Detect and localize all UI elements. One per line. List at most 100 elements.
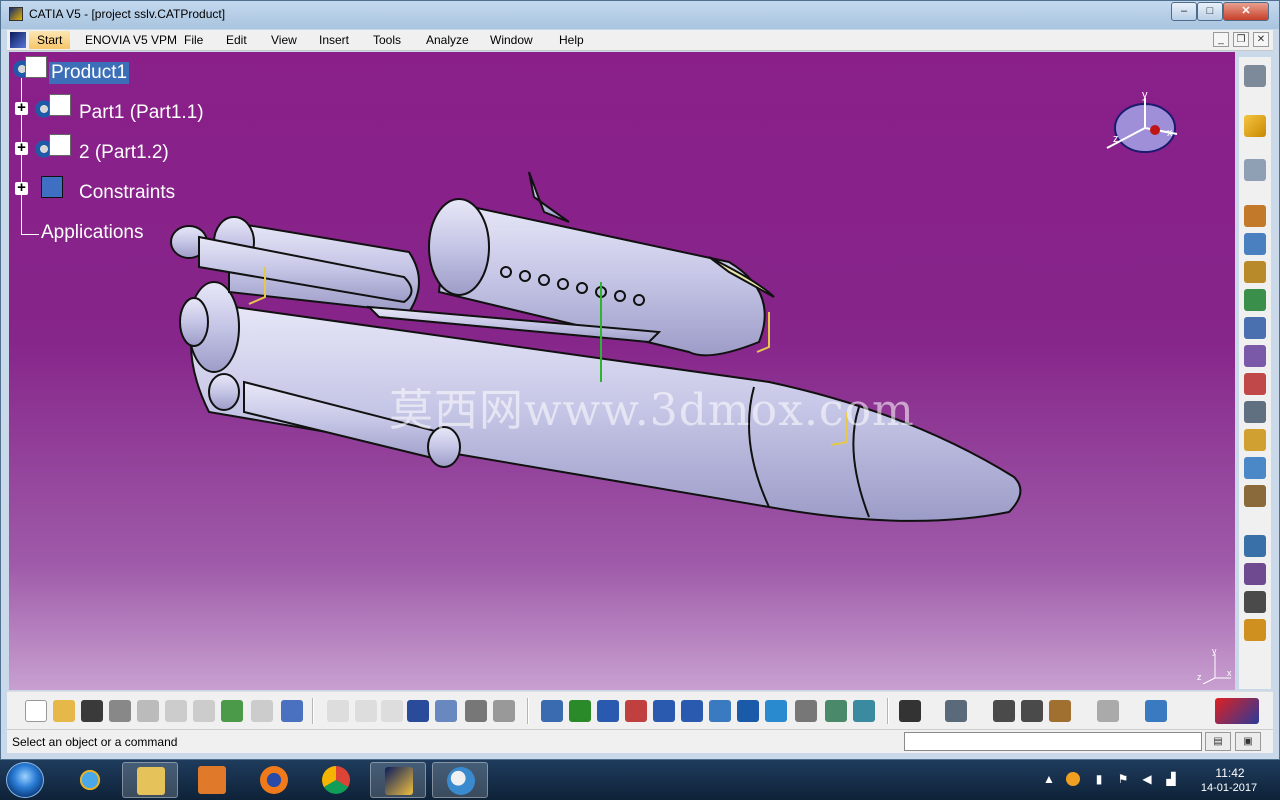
action-center-icon[interactable]: ⚑	[1116, 772, 1130, 786]
pattern-icon[interactable]	[1244, 457, 1266, 479]
insert-component-icon[interactable]	[1244, 233, 1266, 255]
document-close-button[interactable]: ✕	[1253, 32, 1269, 47]
product-structure-icon[interactable]	[1244, 205, 1266, 227]
fly-mode-icon[interactable]	[1244, 159, 1266, 181]
taskbar-paint[interactable]	[432, 762, 488, 798]
zoom-in-icon[interactable]	[653, 700, 675, 722]
menu-tools[interactable]: Tools	[373, 33, 401, 47]
gear-icon[interactable]	[1244, 65, 1266, 87]
show-hidden-icons-icon[interactable]: ▲	[1042, 772, 1056, 786]
specification-tree[interactable]: Product1 + Part1 (Part1.1) + 2 (Part1.2)…	[11, 56, 251, 256]
measure-inertia-icon[interactable]	[1049, 700, 1071, 722]
lock-icon[interactable]	[465, 700, 487, 722]
menu-start[interactable]: Start	[29, 31, 71, 49]
hide-show-icon[interactable]	[825, 700, 847, 722]
comment-icon[interactable]	[355, 700, 377, 722]
taskbar-ie[interactable]	[62, 762, 118, 798]
taskbar-media-player[interactable]	[184, 762, 240, 798]
existing-component-icon[interactable]	[1244, 261, 1266, 283]
snap-icon[interactable]	[1244, 563, 1266, 585]
manage-representation-icon[interactable]	[1244, 373, 1266, 395]
taskbar-firefox[interactable]	[246, 762, 302, 798]
explode-icon[interactable]	[1244, 591, 1266, 613]
measure-item-icon[interactable]	[1021, 700, 1043, 722]
menu-enovia[interactable]: ENOVIA V5 VPM	[85, 33, 177, 47]
clock-date[interactable]: 14-01-2017	[1194, 782, 1264, 794]
fit-all-icon[interactable]	[569, 700, 591, 722]
paste-icon[interactable]	[193, 700, 215, 722]
apply-material-icon[interactable]	[1145, 700, 1167, 722]
reorder-icon[interactable]	[1244, 345, 1266, 367]
clock-time[interactable]: 11:42	[1200, 766, 1260, 780]
expand-icon[interactable]: +	[15, 140, 28, 155]
catalog-icon[interactable]	[435, 700, 457, 722]
whats-this-icon[interactable]	[281, 700, 303, 722]
close-button[interactable]: ✕	[1223, 2, 1269, 21]
capture-icon[interactable]	[899, 700, 921, 722]
swap-space-icon[interactable]	[853, 700, 875, 722]
command-input[interactable]	[904, 732, 1202, 751]
manipulate-icon[interactable]	[1244, 535, 1266, 557]
tree-node-part1[interactable]: Part1 (Part1.1)	[79, 102, 204, 124]
menu-window[interactable]: Window	[490, 33, 533, 47]
catia-menu-logo-icon[interactable]	[10, 32, 26, 48]
menu-edit[interactable]: Edit	[226, 33, 247, 47]
refresh-icon[interactable]	[1097, 700, 1119, 722]
tree-node-product1[interactable]: Product1	[49, 62, 130, 84]
menu-view[interactable]: View	[271, 33, 297, 47]
fly-icon[interactable]	[541, 700, 563, 722]
title-bar[interactable]: CATIA V5 - [project sslv.CATProduct] – □…	[1, 1, 1279, 29]
compass-icon[interactable]: y x z	[1097, 90, 1183, 156]
document-minimize-button[interactable]: _	[1213, 32, 1229, 47]
new-document-icon[interactable]	[25, 700, 47, 722]
command-button-1[interactable]: ▤	[1205, 732, 1231, 751]
open-folder-icon[interactable]	[53, 700, 75, 722]
expand-icon[interactable]: +	[15, 100, 28, 115]
expand-icon[interactable]: +	[15, 180, 28, 195]
graph-tree-icon[interactable]	[1244, 317, 1266, 339]
3d-viewport[interactable]: Product1 + Part1 (Part1.1) + 2 (Part1.2)…	[9, 52, 1235, 690]
maximize-button[interactable]: □	[1197, 2, 1223, 21]
zoom-out-icon[interactable]	[681, 700, 703, 722]
update-icon[interactable]	[493, 700, 515, 722]
print-icon[interactable]	[109, 700, 131, 722]
table-icon[interactable]	[407, 700, 429, 722]
taskbar-chrome[interactable]	[308, 762, 364, 798]
knowledge-icon[interactable]	[381, 700, 403, 722]
replace-component-icon[interactable]	[1244, 289, 1266, 311]
shading-icon[interactable]	[795, 700, 817, 722]
taskbar-catia[interactable]	[370, 762, 426, 798]
undo-icon[interactable]	[221, 700, 243, 722]
tray-app-icon[interactable]	[1066, 772, 1080, 786]
tree-node-part2[interactable]: 2 (Part1.2)	[79, 142, 169, 164]
taskbar-explorer[interactable]	[122, 762, 178, 798]
save-icon[interactable]	[81, 700, 103, 722]
network-icon[interactable]: ▟	[1164, 772, 1178, 786]
pan-icon[interactable]	[597, 700, 619, 722]
formula-icon[interactable]	[327, 700, 349, 722]
constraint-gear-icon[interactable]	[1244, 485, 1266, 507]
select-arrow-icon[interactable]	[1244, 115, 1266, 137]
menu-help[interactable]: Help	[559, 33, 584, 47]
text-annotation-icon[interactable]	[1244, 401, 1266, 423]
battery-icon[interactable]: ▮	[1092, 772, 1106, 786]
minimize-button[interactable]: –	[1171, 2, 1197, 21]
menu-insert[interactable]: Insert	[319, 33, 349, 47]
menu-analyze[interactable]: Analyze	[426, 33, 469, 47]
measure-between-icon[interactable]	[993, 700, 1015, 722]
stop-manipulate-icon[interactable]	[1244, 619, 1266, 641]
multi-instantiation-icon[interactable]	[1244, 429, 1266, 451]
tree-node-constraints[interactable]: Constraints	[79, 182, 175, 204]
normal-view-icon[interactable]	[709, 700, 731, 722]
rotate-icon[interactable]	[625, 700, 647, 722]
copy-icon[interactable]	[165, 700, 187, 722]
volume-icon[interactable]: ◀	[1140, 772, 1154, 786]
analysis-icon[interactable]	[945, 700, 967, 722]
redo-icon[interactable]	[251, 700, 273, 722]
document-restore-button[interactable]: ❐	[1233, 32, 1249, 47]
iso-view-icon[interactable]	[765, 700, 787, 722]
tree-node-applications[interactable]: Applications	[41, 222, 143, 244]
cut-icon[interactable]	[137, 700, 159, 722]
command-button-2[interactable]: ▣	[1235, 732, 1261, 751]
catia-app-icon[interactable]	[9, 7, 23, 21]
